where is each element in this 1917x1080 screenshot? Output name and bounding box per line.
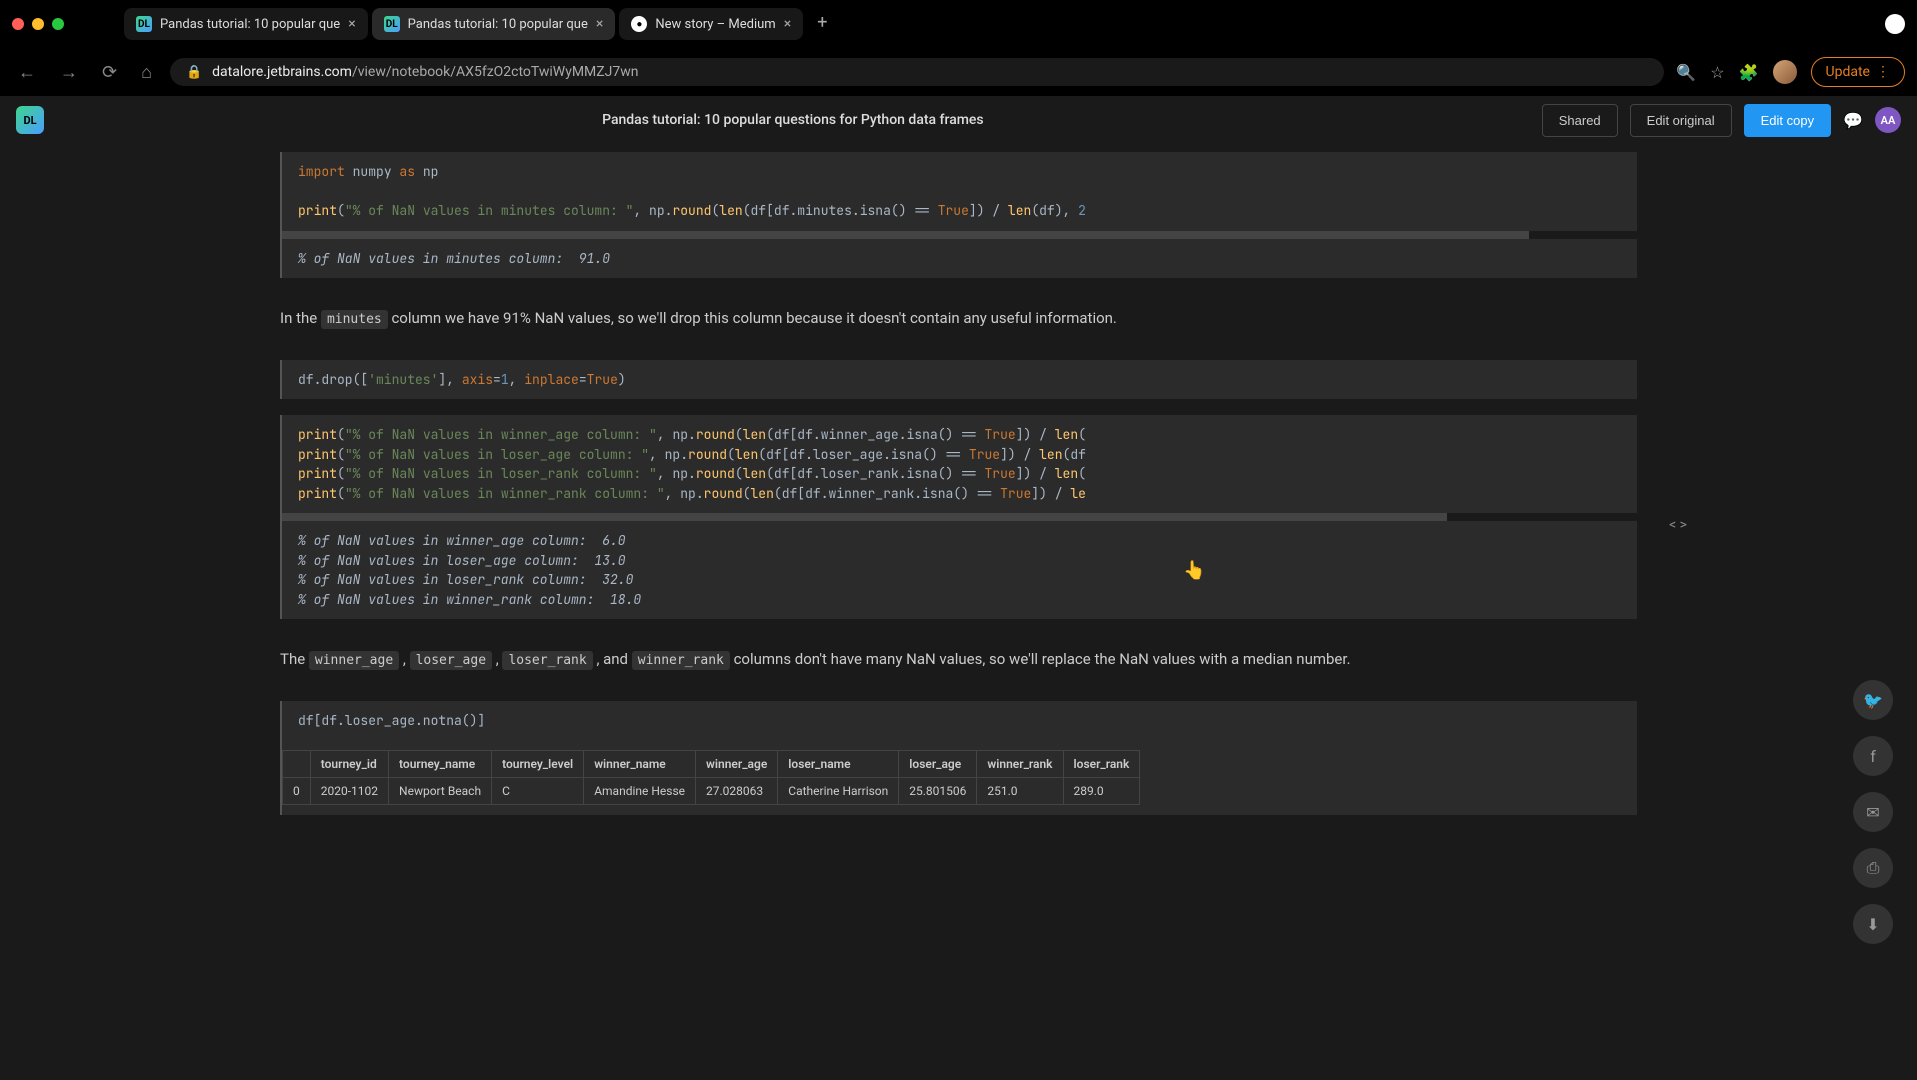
- table-header: tourney_name: [389, 751, 492, 778]
- shared-button[interactable]: Shared: [1542, 104, 1618, 137]
- table-header: loser_age: [899, 751, 977, 778]
- table-cell: C: [492, 778, 584, 805]
- table-cell: 2020-1102: [310, 778, 388, 805]
- address-bar[interactable]: 🔒 datalore.jetbrains.com/view/notebook/A…: [170, 58, 1664, 86]
- close-window[interactable]: [12, 18, 24, 30]
- table-cell: Catherine Harrison: [778, 778, 899, 805]
- browser-tab-1[interactable]: DL Pandas tutorial: 10 popular que ×: [124, 8, 368, 40]
- output-block: % of NaN values in winner_age column: 6.…: [282, 521, 1637, 619]
- refresh-button[interactable]: ⟳: [96, 56, 123, 89]
- url-actions: 🔍 ☆ 🧩 Update ⋮: [1676, 57, 1905, 87]
- table-row: 0 2020-1102 Newport Beach C Amandine Hes…: [283, 778, 1140, 805]
- close-tab-icon[interactable]: ×: [784, 16, 791, 32]
- edit-original-button[interactable]: Edit original: [1630, 104, 1732, 137]
- datalore-favicon: DL: [384, 16, 400, 32]
- datalore-logo[interactable]: DL: [16, 106, 44, 134]
- horizontal-scrollbar[interactable]: [282, 513, 1447, 521]
- lock-icon: 🔒: [186, 65, 202, 80]
- close-tab-icon[interactable]: ×: [596, 16, 603, 32]
- cursor-icon: 👆: [1183, 560, 1205, 581]
- table-output[interactable]: tourney_id tourney_name tourney_level wi…: [280, 740, 1637, 815]
- table-cell: 27.028063: [696, 778, 778, 805]
- tab-title: New story – Medium: [655, 17, 775, 32]
- update-button[interactable]: Update ⋮: [1811, 57, 1905, 87]
- minimize-window[interactable]: [32, 18, 44, 30]
- maximize-window[interactable]: [52, 18, 64, 30]
- table-header: winner_rank: [977, 751, 1063, 778]
- download-icon[interactable]: ⬇: [1853, 904, 1893, 944]
- markdown-text: The winner_age , loser_age , loser_rank …: [280, 647, 1637, 673]
- table-cell: 0: [283, 778, 311, 805]
- table-header: tourney_level: [492, 751, 584, 778]
- table-header: loser_name: [778, 751, 899, 778]
- share-rail: 🐦 f ✉ ⎙ ⬇: [1853, 680, 1893, 944]
- print-icon[interactable]: ⎙: [1853, 848, 1893, 888]
- horizontal-scrollbar[interactable]: [282, 231, 1529, 239]
- extensions-icon[interactable]: 🧩: [1739, 63, 1759, 82]
- bookmark-icon[interactable]: ☆: [1710, 63, 1724, 82]
- table-header: loser_rank: [1063, 751, 1140, 778]
- table-header: winner_name: [584, 751, 696, 778]
- tab-title: Pandas tutorial: 10 popular que: [408, 17, 588, 32]
- medium-favicon: ●: [631, 16, 647, 32]
- inline-code: winner_age: [309, 651, 399, 670]
- user-avatar[interactable]: AA: [1875, 107, 1901, 133]
- profile-avatar[interactable]: [1773, 60, 1797, 84]
- tab-title: Pandas tutorial: 10 popular que: [160, 17, 340, 32]
- code-block[interactable]: df.drop(['minutes'], axis=1, inplace=Tru…: [282, 360, 1637, 400]
- window-right: [1885, 14, 1905, 34]
- browser-tab-2[interactable]: DL Pandas tutorial: 10 popular que ×: [372, 8, 616, 40]
- code-cell[interactable]: df[df.loser_age.notna()]: [280, 701, 1637, 741]
- home-button[interactable]: ⌂: [135, 56, 158, 89]
- notification-icon[interactable]: 💬: [1843, 111, 1863, 130]
- forward-button[interactable]: →: [54, 56, 84, 89]
- insert-code-icon[interactable]: < >: [1669, 517, 1687, 533]
- table-cell: 251.0: [977, 778, 1063, 805]
- inline-code: loser_age: [410, 651, 492, 670]
- inline-code: loser_rank: [502, 651, 592, 670]
- app-header: DL Pandas tutorial: 10 popular questions…: [0, 96, 1917, 144]
- table-header-row: tourney_id tourney_name tourney_level wi…: [283, 751, 1140, 778]
- data-table: tourney_id tourney_name tourney_level wi…: [282, 750, 1140, 805]
- browser-tab-3[interactable]: ● New story – Medium ×: [619, 8, 803, 40]
- twitter-share-icon[interactable]: 🐦: [1853, 680, 1893, 720]
- table-cell: Newport Beach: [389, 778, 492, 805]
- table-cell: 25.801506: [899, 778, 977, 805]
- code-block[interactable]: print("% of NaN values in winner_age col…: [282, 415, 1637, 513]
- inline-code: winner_rank: [632, 651, 730, 670]
- table-header: tourney_id: [310, 751, 388, 778]
- traffic-lights: [12, 18, 64, 30]
- table-header: winner_age: [696, 751, 778, 778]
- close-tab-icon[interactable]: ×: [348, 16, 355, 32]
- header-actions: Shared Edit original Edit copy 💬 AA: [1542, 104, 1901, 137]
- code-cell[interactable]: df.drop(['minutes'], axis=1, inplace=Tru…: [280, 360, 1637, 400]
- code-block[interactable]: df[df.loser_age.notna()]: [282, 701, 1637, 741]
- update-more-icon: ⋮: [1876, 64, 1890, 80]
- url-text: datalore.jetbrains.com/view/notebook/AX5…: [212, 64, 638, 80]
- code-cell[interactable]: print("% of NaN values in winner_age col…: [280, 415, 1637, 619]
- new-tab-button[interactable]: +: [807, 8, 837, 40]
- search-icon[interactable]: 🔍: [1676, 63, 1696, 82]
- notebook-content[interactable]: import numpy as np print("% of NaN value…: [0, 144, 1917, 1080]
- table-cell: Amandine Hesse: [584, 778, 696, 805]
- code-cell[interactable]: import numpy as np print("% of NaN value…: [280, 152, 1637, 278]
- url-bar: ← → ⟳ ⌂ 🔒 datalore.jetbrains.com/view/no…: [0, 48, 1917, 96]
- window-chrome: DL Pandas tutorial: 10 popular que × DL …: [0, 0, 1917, 48]
- facebook-share-icon[interactable]: f: [1853, 736, 1893, 776]
- tab-strip: DL Pandas tutorial: 10 popular que × DL …: [124, 8, 1885, 40]
- shield-icon[interactable]: [1885, 14, 1905, 34]
- markdown-text: In the minutes column we have 91% NaN va…: [280, 306, 1637, 332]
- datalore-favicon: DL: [136, 16, 152, 32]
- table-cell: 289.0: [1063, 778, 1140, 805]
- code-block[interactable]: import numpy as np print("% of NaN value…: [282, 152, 1637, 231]
- table-header: [283, 751, 311, 778]
- output-block: % of NaN values in minutes column: 91.0: [282, 239, 1637, 279]
- email-share-icon[interactable]: ✉: [1853, 792, 1893, 832]
- notebook-title: Pandas tutorial: 10 popular questions fo…: [44, 112, 1542, 128]
- update-label: Update: [1826, 64, 1870, 80]
- inline-code: minutes: [321, 310, 388, 329]
- edit-copy-button[interactable]: Edit copy: [1744, 104, 1831, 137]
- back-button[interactable]: ←: [12, 56, 42, 89]
